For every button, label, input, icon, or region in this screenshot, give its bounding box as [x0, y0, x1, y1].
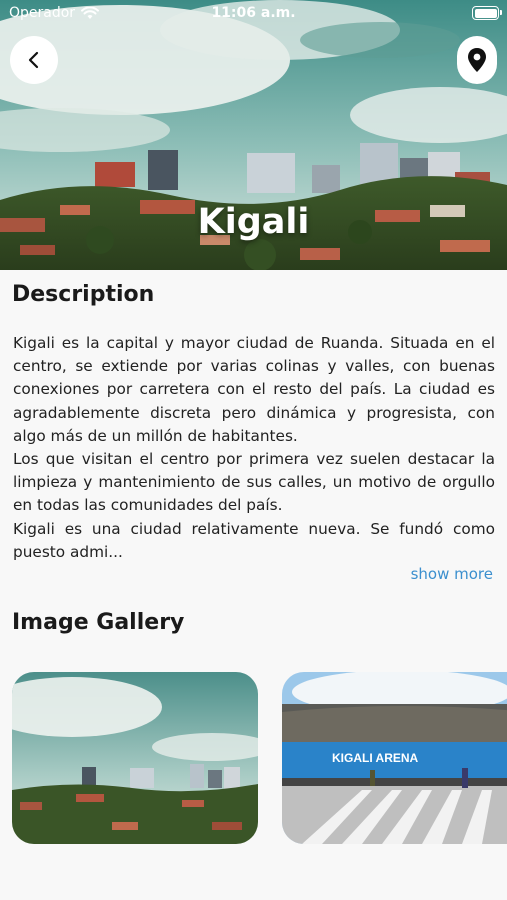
- status-bar: Operador 11:06 a.m.: [0, 0, 507, 28]
- gallery-image-arena[interactable]: KIGALI ARENA: [282, 672, 507, 844]
- description-paragraph: Kigali es una ciudad relativamente nueva…: [13, 519, 495, 561]
- city-title: Kigali: [197, 202, 310, 242]
- status-time: 11:06 a.m.: [211, 5, 296, 21]
- location-button[interactable]: [457, 36, 497, 84]
- gallery-heading: Image Gallery: [12, 610, 185, 635]
- description-heading: Description: [12, 282, 155, 307]
- battery-fill: [474, 8, 497, 18]
- gallery-image-skyline[interactable]: [12, 672, 258, 844]
- show-more-link[interactable]: show more: [411, 565, 493, 583]
- arena-photo: KIGALI ARENA: [282, 672, 507, 844]
- description-paragraph: Kigali es la capital y mayor ciudad de R…: [13, 334, 495, 445]
- back-button[interactable]: [10, 36, 58, 84]
- description-paragraph: Los que visitan el centro por primera ve…: [13, 450, 495, 515]
- map-pin-icon: [468, 48, 486, 72]
- skyline-photo: [12, 672, 258, 844]
- chevron-left-icon: [28, 51, 39, 69]
- image-gallery[interactable]: KIGALI ARENA: [0, 672, 507, 846]
- description-text: Kigali es la capital y mayor ciudad de R…: [13, 332, 495, 564]
- arena-sign: KIGALI ARENA: [332, 751, 419, 765]
- battery-icon: [472, 6, 502, 20]
